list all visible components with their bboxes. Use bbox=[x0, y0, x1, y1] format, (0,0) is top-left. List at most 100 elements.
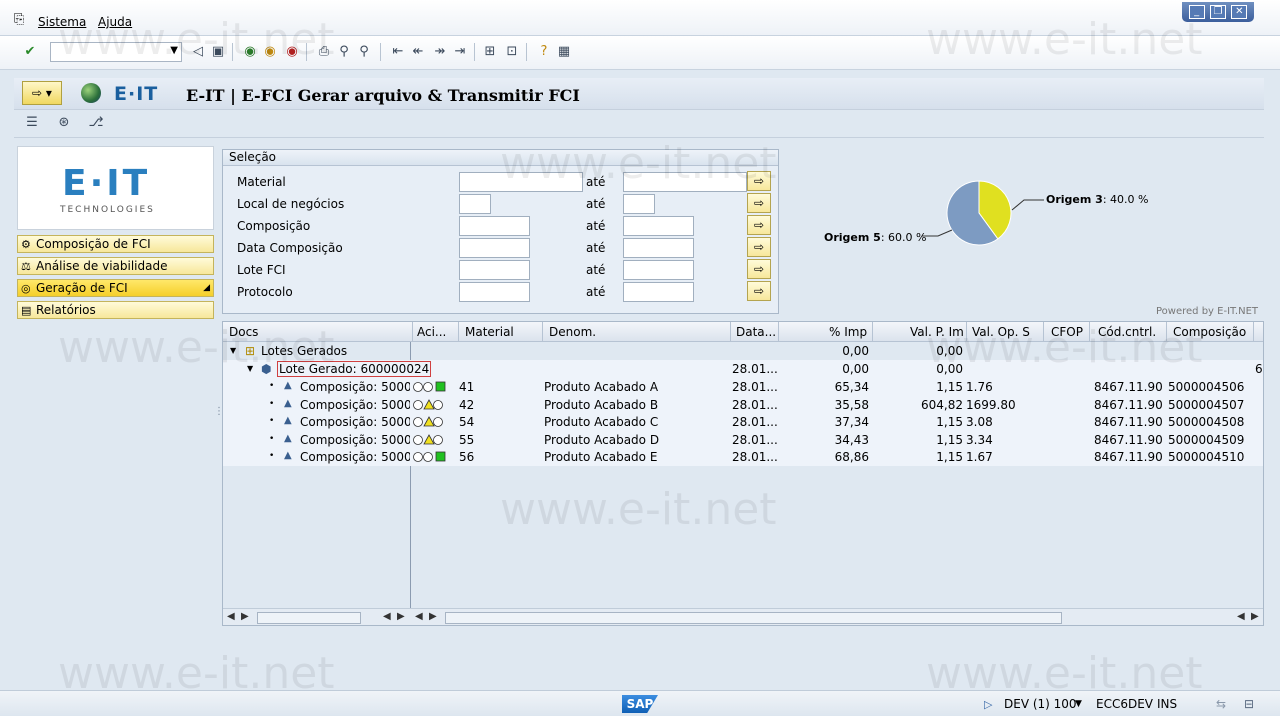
data-composicao-from-input[interactable] bbox=[459, 238, 530, 258]
material-to-input[interactable] bbox=[623, 172, 747, 192]
lote-fci-to-input[interactable] bbox=[623, 260, 694, 280]
enter-icon[interactable]: ✔ bbox=[22, 44, 38, 60]
col-cfop[interactable]: CFOP bbox=[1051, 325, 1083, 339]
collapse-icon[interactable]: ▼ bbox=[230, 346, 236, 355]
list-icon[interactable]: ☰ bbox=[24, 115, 40, 131]
tree-node-lotes-gerados[interactable]: ▼ ⊞ Lotes Gerados 0,00 0,00 bbox=[223, 342, 1263, 360]
composition-icon: ⚙ bbox=[21, 238, 31, 251]
powered-by: Powered by E-IT.NET bbox=[1156, 306, 1259, 317]
composition-triangle-icon: ▲ bbox=[284, 380, 292, 391]
new-session-icon[interactable]: ⊞ bbox=[482, 44, 498, 60]
scroll-left-icon[interactable]: ◀ bbox=[415, 611, 423, 622]
cell-doc: Composição: 5000004 bbox=[300, 380, 410, 394]
system-dropdown-icon[interactable]: ▼ bbox=[1075, 699, 1082, 709]
find-icon[interactable]: ⚲ bbox=[336, 44, 352, 60]
print-icon[interactable]: ⎙ bbox=[316, 44, 332, 60]
composicao-to-input[interactable] bbox=[623, 216, 694, 236]
nav-relatorios[interactable]: ▤ Relatórios bbox=[17, 301, 214, 319]
col-denom[interactable]: Denom. bbox=[549, 325, 596, 339]
help-icon[interactable]: ? bbox=[536, 44, 552, 60]
status-bar: SAP ▷ DEV (1) 100 ▼ ECC6DEV INS ⇆ ⊟ bbox=[0, 690, 1280, 716]
col-cod-cntrl[interactable]: Cód.cntrl. bbox=[1098, 325, 1156, 339]
previous-page-icon[interactable]: ↞ bbox=[410, 44, 426, 60]
protocolo-multiple-button[interactable]: ⇨ bbox=[747, 281, 771, 301]
system-info[interactable]: DEV (1) 100 bbox=[1004, 697, 1077, 711]
cell-composicao: 5000004509 bbox=[1168, 432, 1245, 447]
command-field[interactable]: ▼ bbox=[50, 42, 182, 62]
cell-cod-cntrl: 8467.11.90 bbox=[1094, 432, 1163, 447]
layout-icon[interactable]: ▦ bbox=[556, 44, 572, 60]
last-page-icon[interactable]: ⇥ bbox=[452, 44, 468, 60]
scroll-right-icon[interactable]: ▶ bbox=[429, 611, 437, 622]
nav-analise-viabilidade[interactable]: ⚖ Análise de viabilidade bbox=[17, 257, 214, 275]
menu-ajuda[interactable]: Ajuda bbox=[98, 15, 132, 29]
history-back-icon[interactable]: ◁ bbox=[190, 44, 206, 60]
col-data[interactable]: Data... bbox=[736, 325, 776, 339]
lote-fci-multiple-button[interactable]: ⇨ bbox=[747, 259, 771, 279]
next-page-icon[interactable]: ↠ bbox=[432, 44, 448, 60]
table-row[interactable]: • ▲ Composição: 5000004 55 Produto Acabado D… bbox=[223, 430, 1263, 449]
table-row[interactable]: • ▲ Composição: 5000004 54 Produto Acabado C… bbox=[223, 413, 1263, 431]
scroll-right-icon[interactable]: ▶ bbox=[397, 611, 405, 622]
scroll-right-icon[interactable]: ▶ bbox=[1251, 611, 1259, 622]
execute-icon[interactable]: ⊛ bbox=[56, 115, 72, 131]
col-val-p-im[interactable]: Val. P. Im bbox=[910, 325, 964, 339]
find-next-icon[interactable]: ⚲ bbox=[356, 44, 372, 60]
table-row[interactable]: • ▲ Composição: 5000004 56 Produto Acabado E… bbox=[223, 448, 1263, 466]
col-val-op-s[interactable]: Val. Op. S bbox=[972, 325, 1030, 339]
menu-sistema[interactable]: Sistema bbox=[38, 15, 86, 29]
cell-val-op: 1.76 bbox=[966, 380, 993, 394]
scroll-left-icon[interactable]: ◀ bbox=[1237, 611, 1245, 622]
back-icon[interactable]: ◉ bbox=[242, 44, 258, 60]
save-icon[interactable]: ▣ bbox=[210, 44, 226, 60]
data-composicao-to-input[interactable] bbox=[623, 238, 694, 258]
nav-label: Geração de FCI bbox=[36, 281, 128, 295]
local-to-input[interactable] bbox=[623, 194, 655, 214]
lote-fci-from-input[interactable] bbox=[459, 260, 530, 280]
protocolo-from-input[interactable] bbox=[459, 282, 530, 302]
material-multiple-button[interactable]: ⇨ bbox=[747, 171, 771, 191]
protocolo-to-input[interactable] bbox=[623, 282, 694, 302]
scroll-left-icon[interactable]: ◀ bbox=[383, 611, 391, 622]
composicao-multiple-button[interactable]: ⇨ bbox=[747, 215, 771, 235]
cancel-icon[interactable]: ◉ bbox=[284, 44, 300, 60]
collapse-icon[interactable]: ▼ bbox=[247, 364, 253, 373]
splitter-handle[interactable]: ⋮ bbox=[214, 406, 224, 417]
horizontal-scrollbar[interactable]: ◀ ▶ ◀ ▶ ◀ ▶ ◀ ▶ bbox=[223, 608, 1263, 625]
restore-icon[interactable]: ❐ bbox=[1209, 5, 1226, 19]
table-row[interactable]: • ▲ Composição: 5000004 42 Produto Acabado B… bbox=[223, 395, 1263, 414]
command-dropdown-icon[interactable]: ▼ bbox=[170, 45, 178, 56]
status-expand-icon[interactable]: ▷ bbox=[984, 698, 992, 711]
close-icon[interactable]: ✕ bbox=[1231, 5, 1248, 19]
material-from-input[interactable] bbox=[459, 172, 583, 192]
dropdown-icon[interactable]: ◢ bbox=[203, 280, 210, 296]
minimize-icon[interactable]: _ bbox=[1188, 5, 1205, 19]
local-multiple-button[interactable]: ⇨ bbox=[747, 193, 771, 213]
composicao-from-input[interactable] bbox=[459, 216, 530, 236]
col-material[interactable]: Material bbox=[465, 325, 514, 339]
col-composicao[interactable]: Composição bbox=[1173, 325, 1246, 339]
nav-label: Composição de FCI bbox=[36, 237, 151, 251]
cell-doc: Composição: 5000004 bbox=[300, 397, 410, 412]
input-mode[interactable]: INS bbox=[1157, 697, 1177, 711]
scroll-right-icon[interactable]: ▶ bbox=[241, 611, 249, 622]
grid-scroll-thumb[interactable] bbox=[445, 612, 1062, 624]
tree-scroll-thumb[interactable] bbox=[257, 612, 361, 624]
cell-composicao: 5000004508 bbox=[1168, 415, 1245, 429]
nav-composicao-fci[interactable]: ⚙ Composição de FCI bbox=[17, 235, 214, 253]
local-from-input[interactable] bbox=[459, 194, 491, 214]
col-docs[interactable]: Docs bbox=[229, 325, 258, 339]
variant-icon[interactable]: ⎇ bbox=[88, 115, 104, 131]
data-composicao-multiple-button[interactable]: ⇨ bbox=[747, 237, 771, 257]
shortcut-icon[interactable]: ⊡ bbox=[504, 44, 520, 60]
col-imp[interactable]: % Imp bbox=[829, 325, 867, 339]
scroll-left-icon[interactable]: ◀ bbox=[227, 611, 235, 622]
transaction-menu-button[interactable]: ⇨ ▾ bbox=[22, 81, 62, 105]
exit-icon[interactable]: ◉ bbox=[262, 44, 278, 60]
nav-geracao-fci[interactable]: ◎ Geração de FCI ◢ bbox=[17, 279, 214, 297]
col-acoes[interactable]: Aci... bbox=[417, 325, 446, 339]
table-row[interactable]: • ▲ Composição: 5000004 41 Produto Acabado A… bbox=[223, 378, 1263, 396]
menu-icon[interactable]: ⎘ bbox=[14, 12, 24, 27]
tree-node-lote-gerado[interactable]: ▼ ⬢ Lote Gerado: 600000024 28.01... 0,00… bbox=[223, 360, 1263, 378]
first-page-icon[interactable]: ⇤ bbox=[390, 44, 406, 60]
